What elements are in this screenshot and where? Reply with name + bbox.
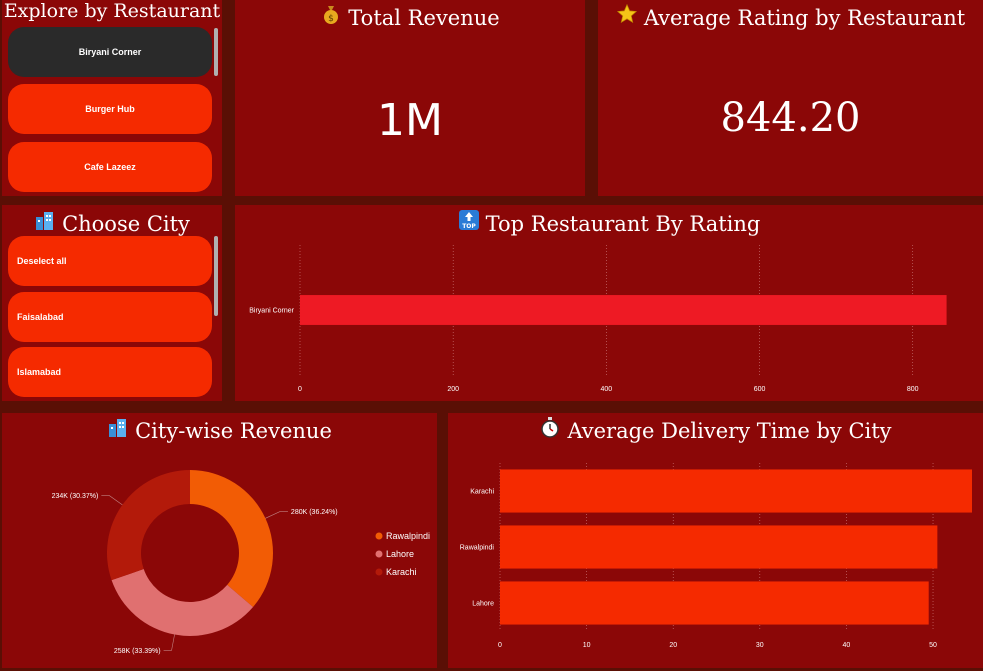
- restaurant-slicer-panel: Explore by Restaurant Biryani Corner Bur…: [2, 0, 222, 196]
- total-revenue-value: 1M: [377, 95, 443, 146]
- x-tick-label: 0: [298, 386, 302, 393]
- bar-rawalpindi: [500, 525, 938, 569]
- delivery-time-bar-chart: 0 10 20 30 40 50 Karachi Rawalpindi Lahore: [460, 463, 972, 649]
- slicer-item-islamabad[interactable]: Islamabad: [8, 347, 212, 397]
- y-category-label: Lahore: [472, 601, 494, 608]
- y-category-label: Karachi: [470, 489, 494, 496]
- legend-label: Karachi: [386, 567, 417, 577]
- slicer-item-label: Biryani Corner: [78, 47, 142, 57]
- legend-marker: [375, 532, 383, 540]
- slicer-item-burger-hub[interactable]: Burger Hub: [8, 84, 212, 134]
- top-restaurant-chart-panel: TOP Top Restaurant By Rating 0 200 400 600 8…: [235, 205, 983, 401]
- slicer-item-label: Burger Hub: [85, 104, 135, 114]
- star-icon: [616, 3, 638, 30]
- donut-data-label: 234K (30.37%): [52, 493, 99, 500]
- donut-leader-line: [163, 634, 175, 651]
- city-icon: [34, 209, 56, 236]
- average-rating-card: Average Rating by Restaurant 844.20: [598, 0, 983, 196]
- money-bag-icon: $: [320, 3, 342, 30]
- slicer-item-label: Faisalabad: [17, 312, 64, 322]
- legend-label: Lahore: [386, 549, 414, 559]
- restaurant-slicer-title: Explore by Restaurant: [3, 0, 221, 22]
- y-category-label: Biryani Corner: [249, 308, 294, 315]
- legend-marker: [375, 568, 383, 576]
- bar-karachi: [500, 469, 972, 513]
- x-tick-label: 0: [498, 642, 502, 649]
- bar-biryani-corner: [300, 295, 947, 325]
- donut-slice-rawalpindi: [190, 470, 273, 607]
- city-slicer-scrollbar[interactable]: [214, 236, 218, 316]
- x-tick-label: 20: [669, 642, 677, 649]
- average-rating-value: 844.20: [720, 95, 861, 141]
- svg-text:$: $: [328, 14, 334, 24]
- city-slicer-panel: Choose City Deselect all Faisalabad Isla…: [2, 205, 222, 401]
- x-tick-label: 200: [447, 386, 459, 393]
- x-tick-label: 40: [843, 642, 851, 649]
- slicer-item-label: Cafe Lazeez: [84, 162, 136, 172]
- x-tick-label: 600: [754, 386, 766, 393]
- x-tick-label: 800: [907, 386, 919, 393]
- bar-lahore: [500, 581, 929, 625]
- top-restaurant-bar-chart: 0 200 400 600 800 Biryani Corner: [249, 245, 947, 393]
- y-category-label: Rawalpindi: [460, 545, 495, 552]
- slicer-item-cafe-lazeez[interactable]: Cafe Lazeez: [8, 142, 212, 192]
- total-revenue-title: $ Total Revenue: [235, 3, 585, 30]
- x-tick-label: 10: [583, 642, 591, 649]
- donut-leader-line: [101, 495, 123, 506]
- x-tick-label: 30: [756, 642, 764, 649]
- donut-data-label: 280K (36.24%): [291, 509, 338, 516]
- legend-label: Rawalpindi: [386, 531, 430, 541]
- delivery-time-chart-panel: Average Delivery Time by City 0 10 20 30 40 5…: [448, 413, 983, 668]
- slicer-item-label: Deselect all: [17, 256, 67, 266]
- donut-data-label: 258K (33.39%): [114, 648, 161, 655]
- x-tick-label: 400: [601, 386, 613, 393]
- city-revenue-donut-chart: 280K (36.24%) 258K (33.39%) 234K (30.37%) R…: [52, 470, 430, 655]
- total-revenue-card: $ Total Revenue 1M: [235, 0, 585, 196]
- legend-marker: [375, 550, 383, 558]
- average-rating-title: Average Rating by Restaurant: [598, 3, 983, 30]
- slicer-item-label: Islamabad: [17, 367, 62, 377]
- slicer-item-faisalabad[interactable]: Faisalabad: [8, 292, 212, 342]
- x-tick-label: 50: [929, 642, 937, 649]
- slicer-item-biryani-corner[interactable]: Biryani Corner: [8, 27, 212, 77]
- total-revenue-title-text: Total Revenue: [348, 6, 500, 30]
- city-revenue-chart-panel: City-wise Revenue 280K (36.24%) 258K (33.…: [2, 413, 437, 668]
- slicer-item-deselect-all[interactable]: Deselect all: [8, 236, 212, 286]
- city-slicer-title-text: Choose City: [62, 212, 190, 236]
- average-rating-title-text: Average Rating by Restaurant: [643, 6, 966, 30]
- restaurant-slicer-scrollbar[interactable]: [214, 28, 218, 76]
- city-slicer-title: Choose City: [2, 209, 222, 236]
- donut-slice-karachi: [106, 470, 190, 581]
- donut-leader-line: [265, 511, 288, 519]
